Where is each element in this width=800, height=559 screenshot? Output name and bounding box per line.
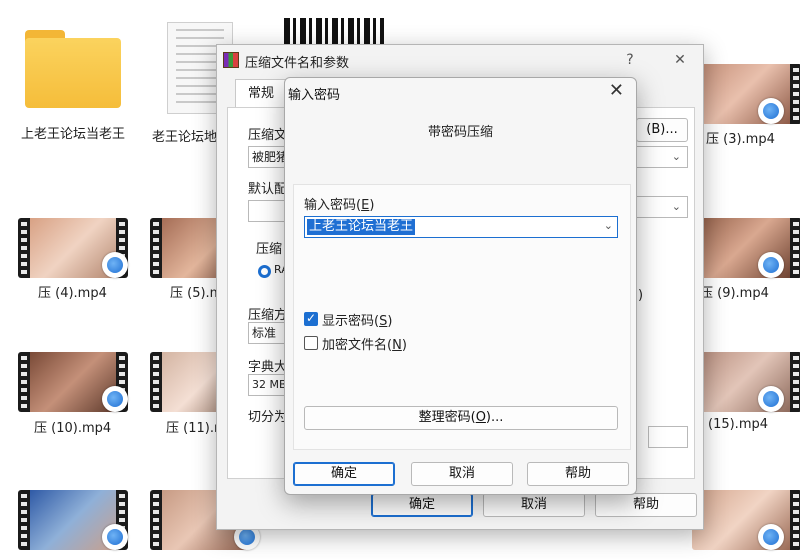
main-cancel-button[interactable]: 取消 bbox=[483, 493, 585, 517]
video-label: 压 (4).mp4 bbox=[38, 286, 107, 301]
right-radio-label: ) bbox=[638, 288, 644, 303]
folder-label-wrap: 上老王论坛当老王 bbox=[18, 126, 128, 144]
video-badge-icon bbox=[102, 252, 128, 278]
password-heading: 带密码压缩 bbox=[427, 125, 493, 140]
qr-code-icon bbox=[284, 18, 384, 44]
encrypt-filenames-checkbox[interactable] bbox=[304, 336, 318, 350]
password-cancel-button[interactable]: 取消 bbox=[411, 462, 513, 486]
password-ok-button[interactable]: 确定 bbox=[293, 462, 395, 486]
video-badge-icon bbox=[758, 386, 784, 412]
winrar-icon bbox=[223, 52, 239, 68]
tab-general[interactable]: 常规 bbox=[235, 79, 287, 109]
update-mode-select[interactable]: ⌄ bbox=[636, 146, 688, 168]
password-input[interactable]: 上老王论坛当老王 ⌄ bbox=[304, 216, 618, 238]
video-thumb-icon[interactable] bbox=[692, 64, 800, 124]
split-volumes-label: 切分为 bbox=[248, 410, 288, 425]
chevron-down-icon: ⌄ bbox=[671, 150, 681, 163]
profile-select[interactable]: ⌄ bbox=[636, 196, 688, 218]
password-label: 输入密码(E) bbox=[304, 198, 375, 213]
default-profile-label: 默认配 bbox=[248, 182, 288, 197]
video-thumb-icon[interactable] bbox=[692, 218, 800, 278]
video-thumb-icon[interactable] bbox=[692, 490, 800, 550]
video-label: 压 (3).mp4 bbox=[706, 132, 775, 147]
compression-method-label: 压缩方 bbox=[248, 308, 288, 323]
split-size-field[interactable] bbox=[648, 426, 688, 448]
profiles-button[interactable] bbox=[248, 200, 288, 222]
main-titlebar: 压缩文件名和参数 ? ✕ bbox=[217, 45, 703, 75]
archive-format-label: 压缩 bbox=[256, 242, 283, 257]
main-dialog-title: 压缩文件名和参数 bbox=[245, 56, 350, 71]
dictionary-size-label: 字典大 bbox=[248, 360, 288, 375]
video-thumb-icon[interactable] bbox=[692, 352, 800, 412]
help-icon[interactable]: ? bbox=[617, 49, 643, 71]
document-label: 老王论坛地 bbox=[152, 130, 218, 145]
video-label: 压 (9).mp4 bbox=[700, 286, 769, 301]
format-rar-radio[interactable] bbox=[258, 265, 271, 278]
password-dialog-title: 输入密码 bbox=[288, 88, 341, 103]
password-help-button[interactable]: 帮助 bbox=[527, 462, 629, 486]
folder-icon[interactable] bbox=[25, 30, 121, 108]
video-badge-icon bbox=[758, 252, 784, 278]
video-badge-icon bbox=[758, 524, 784, 550]
folder-label: 上老王论坛当老王 bbox=[20, 127, 125, 142]
video-label: 压 (5).m bbox=[170, 286, 223, 301]
show-password-label: 显示密码(S) bbox=[322, 314, 393, 329]
close-icon[interactable]: ✕ bbox=[609, 80, 624, 101]
video-label: (15).mp4 bbox=[708, 417, 769, 432]
main-help-button[interactable]: 帮助 bbox=[595, 493, 697, 517]
video-label: 压 (10).mp4 bbox=[34, 421, 112, 436]
video-badge-icon bbox=[758, 98, 784, 124]
video-badge-icon bbox=[102, 524, 128, 550]
chevron-down-icon: ⌄ bbox=[671, 200, 681, 213]
organize-passwords-button[interactable]: 整理密码(O)... bbox=[304, 406, 618, 430]
close-icon[interactable]: ✕ bbox=[667, 49, 693, 71]
main-ok-button[interactable]: 确定 bbox=[371, 493, 473, 517]
encrypt-filenames-label: 加密文件名(N) bbox=[322, 338, 407, 353]
password-dialog: 输入密码 ✕ 带密码压缩 输入密码(E) 上老王论坛当老王 ⌄ 显示密码(S) … bbox=[284, 77, 637, 495]
chevron-down-icon[interactable]: ⌄ bbox=[604, 219, 613, 232]
archive-name-label: 压缩文 bbox=[248, 128, 288, 143]
video-badge-icon bbox=[102, 386, 128, 412]
password-value: 上老王论坛当老王 bbox=[307, 219, 416, 235]
browse-button[interactable]: (B)... bbox=[636, 118, 688, 142]
show-password-checkbox[interactable] bbox=[304, 311, 318, 326]
